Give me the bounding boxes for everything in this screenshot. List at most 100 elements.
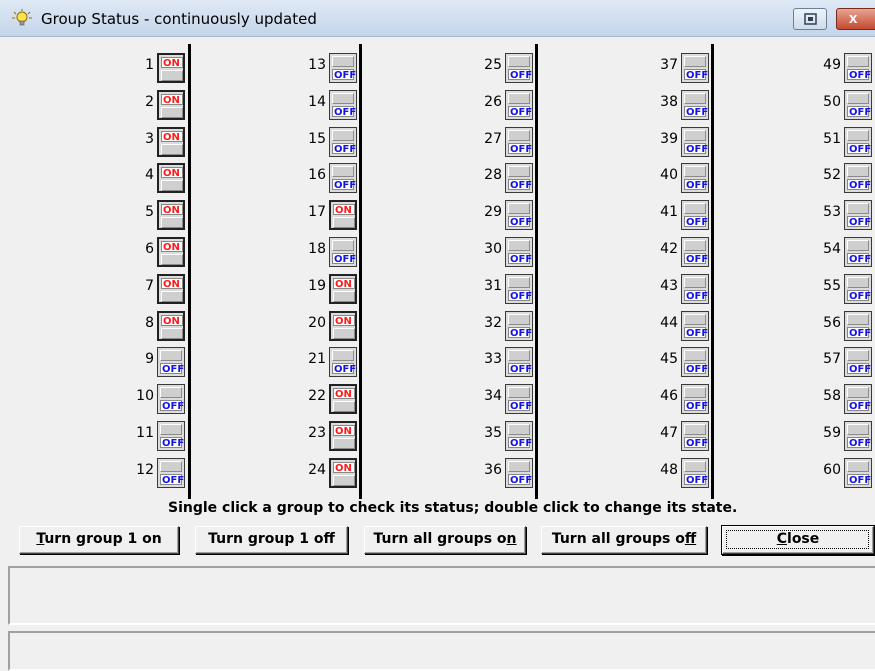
toggle-switch[interactable]: OFF [681, 53, 709, 83]
group-4-switch[interactable]: 4 ON [124, 163, 186, 193]
group-24-switch[interactable]: 24 ON [296, 458, 358, 488]
group-45-switch[interactable]: 45 OFF [648, 347, 710, 377]
toggle-switch[interactable]: OFF [681, 384, 709, 414]
group-22-switch[interactable]: 22 ON [296, 384, 358, 414]
group-43-switch[interactable]: 43 OFF [648, 274, 710, 304]
toggle-switch[interactable]: OFF [681, 127, 709, 157]
group-52-switch[interactable]: 52 OFF [811, 163, 873, 193]
toggle-switch[interactable]: OFF [681, 274, 709, 304]
toggle-switch[interactable]: OFF [681, 90, 709, 120]
group-37-switch[interactable]: 37 OFF [648, 53, 710, 83]
group-21-switch[interactable]: 21 OFF [296, 347, 358, 377]
group-14-switch[interactable]: 14 OFF [296, 90, 358, 120]
group-12-switch[interactable]: 12 OFF [124, 458, 186, 488]
group-57-switch[interactable]: 57 OFF [811, 347, 873, 377]
group-2-switch[interactable]: 2 ON [124, 90, 186, 120]
toggle-switch[interactable]: OFF [681, 200, 709, 230]
toggle-switch[interactable]: OFF [329, 53, 357, 83]
toggle-switch[interactable]: OFF [844, 90, 872, 120]
turn-all-groups-on-button[interactable]: Turn all groups on [364, 526, 526, 554]
toggle-switch[interactable]: ON [329, 421, 357, 451]
group-35-switch[interactable]: 35 OFF [472, 421, 534, 451]
toggle-switch[interactable]: ON [157, 200, 185, 230]
group-6-switch[interactable]: 6 ON [124, 237, 186, 267]
group-55-switch[interactable]: 55 OFF [811, 274, 873, 304]
toggle-switch[interactable]: OFF [681, 237, 709, 267]
group-40-switch[interactable]: 40 OFF [648, 163, 710, 193]
toggle-switch[interactable]: OFF [844, 127, 872, 157]
group-60-switch[interactable]: 60 OFF [811, 458, 873, 488]
toggle-switch[interactable]: OFF [681, 421, 709, 451]
toggle-switch[interactable]: OFF [505, 127, 533, 157]
toggle-switch[interactable]: ON [157, 90, 185, 120]
toggle-switch[interactable]: ON [329, 384, 357, 414]
group-33-switch[interactable]: 33 OFF [472, 347, 534, 377]
toggle-switch[interactable]: OFF [505, 384, 533, 414]
group-36-switch[interactable]: 36 OFF [472, 458, 534, 488]
restore-button[interactable] [793, 8, 827, 30]
group-10-switch[interactable]: 10 OFF [124, 384, 186, 414]
group-46-switch[interactable]: 46 OFF [648, 384, 710, 414]
group-51-switch[interactable]: 51 OFF [811, 127, 873, 157]
group-42-switch[interactable]: 42 OFF [648, 237, 710, 267]
group-9-switch[interactable]: 9 OFF [124, 347, 186, 377]
toggle-switch[interactable]: OFF [844, 311, 872, 341]
group-23-switch[interactable]: 23 ON [296, 421, 358, 451]
group-15-switch[interactable]: 15 OFF [296, 127, 358, 157]
group-7-switch[interactable]: 7 ON [124, 274, 186, 304]
toggle-switch[interactable]: OFF [505, 200, 533, 230]
group-59-switch[interactable]: 59 OFF [811, 421, 873, 451]
toggle-switch[interactable]: OFF [844, 347, 872, 377]
toggle-switch[interactable]: OFF [681, 163, 709, 193]
group-27-switch[interactable]: 27 OFF [472, 127, 534, 157]
toggle-switch[interactable]: OFF [157, 421, 185, 451]
group-53-switch[interactable]: 53 OFF [811, 200, 873, 230]
toggle-switch[interactable]: ON [329, 274, 357, 304]
toggle-switch[interactable]: OFF [329, 237, 357, 267]
group-58-switch[interactable]: 58 OFF [811, 384, 873, 414]
toggle-switch[interactable]: ON [157, 237, 185, 267]
group-29-switch[interactable]: 29 OFF [472, 200, 534, 230]
toggle-switch[interactable]: ON [157, 127, 185, 157]
turn-all-groups-off-button[interactable]: Turn all groups off [541, 526, 707, 554]
toggle-switch[interactable]: OFF [505, 237, 533, 267]
group-8-switch[interactable]: 8 ON [124, 311, 186, 341]
group-26-switch[interactable]: 26 OFF [472, 90, 534, 120]
group-28-switch[interactable]: 28 OFF [472, 163, 534, 193]
toggle-switch[interactable]: OFF [329, 90, 357, 120]
turn-group-1-off-button[interactable]: Turn group 1 off [195, 526, 348, 554]
toggle-switch[interactable]: OFF [681, 458, 709, 488]
group-20-switch[interactable]: 20 ON [296, 311, 358, 341]
toggle-switch[interactable]: OFF [505, 53, 533, 83]
group-19-switch[interactable]: 19 ON [296, 274, 358, 304]
toggle-switch[interactable]: OFF [844, 53, 872, 83]
group-13-switch[interactable]: 13 OFF [296, 53, 358, 83]
group-30-switch[interactable]: 30 OFF [472, 237, 534, 267]
group-18-switch[interactable]: 18 OFF [296, 237, 358, 267]
toggle-switch[interactable]: ON [329, 311, 357, 341]
toggle-switch[interactable]: OFF [844, 200, 872, 230]
toggle-switch[interactable]: OFF [844, 458, 872, 488]
toggle-switch[interactable]: OFF [329, 163, 357, 193]
toggle-switch[interactable]: OFF [505, 163, 533, 193]
toggle-switch[interactable]: OFF [505, 458, 533, 488]
toggle-switch[interactable]: OFF [505, 90, 533, 120]
group-1-switch[interactable]: 1 ON [124, 53, 186, 83]
window-close-button[interactable]: x [836, 8, 875, 30]
toggle-switch[interactable]: ON [329, 458, 357, 488]
group-44-switch[interactable]: 44 OFF [648, 311, 710, 341]
toggle-switch[interactable]: ON [329, 200, 357, 230]
group-31-switch[interactable]: 31 OFF [472, 274, 534, 304]
toggle-switch[interactable]: ON [157, 53, 185, 83]
group-47-switch[interactable]: 47 OFF [648, 421, 710, 451]
toggle-switch[interactable]: OFF [157, 458, 185, 488]
toggle-switch[interactable]: OFF [505, 347, 533, 377]
toggle-switch[interactable]: OFF [844, 237, 872, 267]
turn-group-1-on-button[interactable]: Turn group 1 on [19, 526, 179, 554]
toggle-switch[interactable]: OFF [157, 384, 185, 414]
group-41-switch[interactable]: 41 OFF [648, 200, 710, 230]
group-56-switch[interactable]: 56 OFF [811, 311, 873, 341]
group-16-switch[interactable]: 16 OFF [296, 163, 358, 193]
group-17-switch[interactable]: 17 ON [296, 200, 358, 230]
group-5-switch[interactable]: 5 ON [124, 200, 186, 230]
